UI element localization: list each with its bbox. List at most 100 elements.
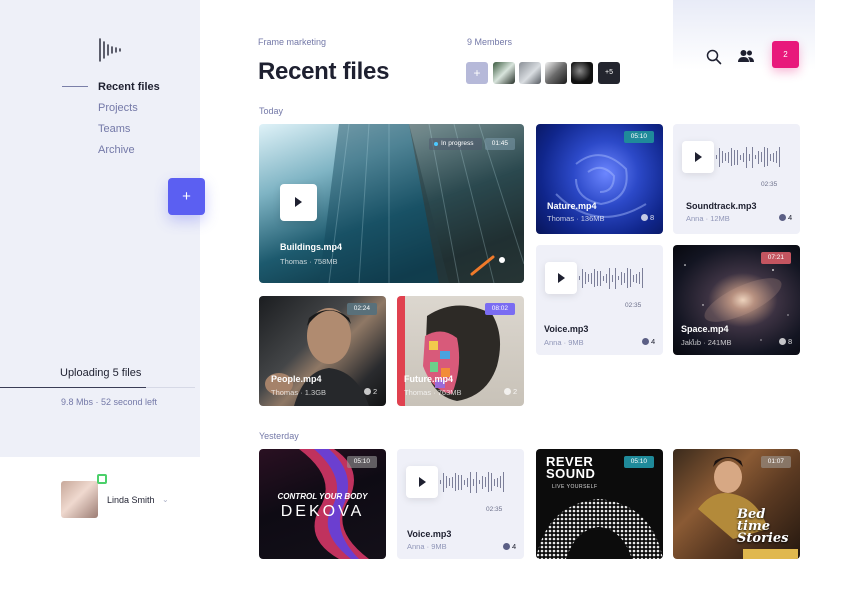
sidebar-item-projects[interactable]: Projects xyxy=(0,99,200,120)
file-meta: Thomas · 1.3GB xyxy=(271,388,327,397)
waveform-bar xyxy=(585,272,586,284)
comments-count[interactable]: 2 xyxy=(504,387,517,396)
comment-icon xyxy=(504,388,511,395)
notifications-button[interactable]: 2 xyxy=(772,41,799,68)
waveform-bar xyxy=(600,270,601,286)
file-name: Space.mp4 xyxy=(681,324,729,334)
members-count: 9 Members xyxy=(467,37,513,47)
play-button[interactable] xyxy=(406,466,438,498)
waveform-bar xyxy=(473,478,474,486)
member-avatar[interactable] xyxy=(571,62,593,84)
file-card-nature[interactable]: 05:10 Nature.mp4 Thomas · 136MB 8 xyxy=(536,124,663,234)
play-button[interactable] xyxy=(682,141,714,173)
duration-badge: 07:21 xyxy=(760,252,791,264)
waveform-bar xyxy=(609,267,610,289)
file-card-bedtime-stories[interactable]: 01:07 Bed time Stories xyxy=(673,449,800,559)
play-button[interactable] xyxy=(280,184,317,221)
page-title: Recent files xyxy=(258,58,390,85)
file-card-rever-sound[interactable]: 05:10 REVER SOUND LIVE YOURSELF xyxy=(536,449,663,559)
file-card-space[interactable]: 07:21 Space.mp4 Jakub · 241MB 8 xyxy=(673,245,800,355)
comment-icon xyxy=(779,214,786,221)
comment-icon xyxy=(364,388,371,395)
file-card-people[interactable]: 02:24 People.mp4 Thomas · 1.3GB 2 xyxy=(259,296,386,406)
member-avatar[interactable] xyxy=(545,62,567,84)
waveform-bar xyxy=(758,150,759,164)
waveform-bar xyxy=(737,149,738,165)
comments-count[interactable]: 4 xyxy=(642,337,655,346)
play-button[interactable] xyxy=(545,262,577,294)
user-name: Linda Smith xyxy=(107,495,155,505)
comment-icon xyxy=(642,338,649,345)
waveform-bar xyxy=(773,152,774,162)
waveform-bar xyxy=(497,477,498,487)
waveform-bar xyxy=(500,476,501,488)
add-member-button[interactable]: + xyxy=(466,62,488,84)
file-meta: Anna · 9MB xyxy=(544,338,584,347)
file-name: Voice.mp3 xyxy=(544,324,589,334)
album-art-title: CONTROL YOUR BODY xyxy=(277,492,368,501)
app-window: Recent files Projects Teams Archive + Up… xyxy=(0,0,861,600)
waveform-bar xyxy=(455,473,456,491)
audio-waveform xyxy=(440,466,504,498)
waveform-bar xyxy=(728,151,729,163)
waveform-bar xyxy=(642,268,643,288)
file-card-soundtrack[interactable]: 02:35 Soundtrack.mp3 Anna · 12MB 4 xyxy=(673,124,800,234)
file-card-future[interactable]: 08:02 Future.mp4 Thomas · 763MB 2 xyxy=(397,296,524,406)
sidebar-item-archive[interactable]: Archive xyxy=(0,141,200,162)
user-profile[interactable]: Linda Smith ⌄ xyxy=(61,474,211,519)
comments-count[interactable]: 4 xyxy=(779,213,792,222)
waveform-bar xyxy=(612,274,613,282)
duration-badge: 08:02 xyxy=(484,303,515,315)
waveform-bar xyxy=(579,276,580,280)
audio-waveform xyxy=(579,262,643,294)
comments-count[interactable]: 8 xyxy=(779,337,792,346)
waveform-bar xyxy=(449,478,450,486)
comments-count[interactable]: 2 xyxy=(364,387,377,396)
waveform-bar xyxy=(719,147,720,167)
waveform-bar xyxy=(488,472,489,492)
waveform-bar xyxy=(588,274,589,282)
file-meta: Thomas · 758MB xyxy=(280,257,338,266)
file-card-dekova[interactable]: 05:10 CONTROL YOUR BODY DEKOVA xyxy=(259,449,386,559)
comment-icon xyxy=(779,338,786,345)
waveform-bar xyxy=(443,472,444,492)
waveform-bar xyxy=(630,269,631,287)
waveform-bar xyxy=(603,275,604,281)
waveform-bar xyxy=(467,477,468,487)
add-file-button[interactable]: + xyxy=(168,178,205,215)
waveform-bar xyxy=(494,478,495,486)
more-members-button[interactable]: +5 xyxy=(598,62,620,84)
search-icon[interactable] xyxy=(705,48,723,66)
waveform-bar xyxy=(621,271,622,285)
waveform-bar xyxy=(627,268,628,288)
file-meta: Thomas · 763MB xyxy=(404,388,462,397)
waveform-bar xyxy=(615,267,616,289)
file-card-buildings[interactable]: In progress 01:45 Buildings.mp4 Thomas ·… xyxy=(259,124,524,283)
users-icon[interactable] xyxy=(737,47,755,65)
member-avatar[interactable] xyxy=(493,62,515,84)
file-card-voice[interactable]: 02:35 Voice.mp3 Anna · 9MB 4 xyxy=(536,245,663,355)
file-name: Soundtrack.mp3 xyxy=(686,201,757,211)
waveform-bar xyxy=(779,147,780,167)
soundwave-logo-icon xyxy=(99,38,121,62)
file-card-voice[interactable]: 02:35 Voice.mp3 Anna · 9MB 4 xyxy=(397,449,524,559)
upload-speed: 9.8 Mbs xyxy=(61,397,94,407)
sidebar: Recent files Projects Teams Archive + Up… xyxy=(0,0,205,457)
waveform-bar xyxy=(761,152,762,162)
waveform-bar xyxy=(618,276,619,280)
comments-count[interactable]: 8 xyxy=(641,213,654,222)
waveform-bar xyxy=(503,472,504,492)
chevron-down-icon: ⌄ xyxy=(162,495,169,504)
waveform-bar xyxy=(476,471,477,493)
waveform-bar xyxy=(470,471,471,493)
avatar xyxy=(61,481,98,518)
sidebar-item-recent-files[interactable]: Recent files xyxy=(0,78,200,99)
member-avatar[interactable] xyxy=(519,62,541,84)
file-meta: Thomas · 136MB xyxy=(547,214,605,223)
waveform-bar xyxy=(582,268,583,288)
sidebar-item-teams[interactable]: Teams xyxy=(0,120,200,141)
breadcrumb[interactable]: Frame marketing xyxy=(258,37,326,47)
audio-duration: 02:35 xyxy=(486,506,503,513)
comments-count[interactable]: 4 xyxy=(503,542,516,551)
waveform-bar xyxy=(491,473,492,491)
